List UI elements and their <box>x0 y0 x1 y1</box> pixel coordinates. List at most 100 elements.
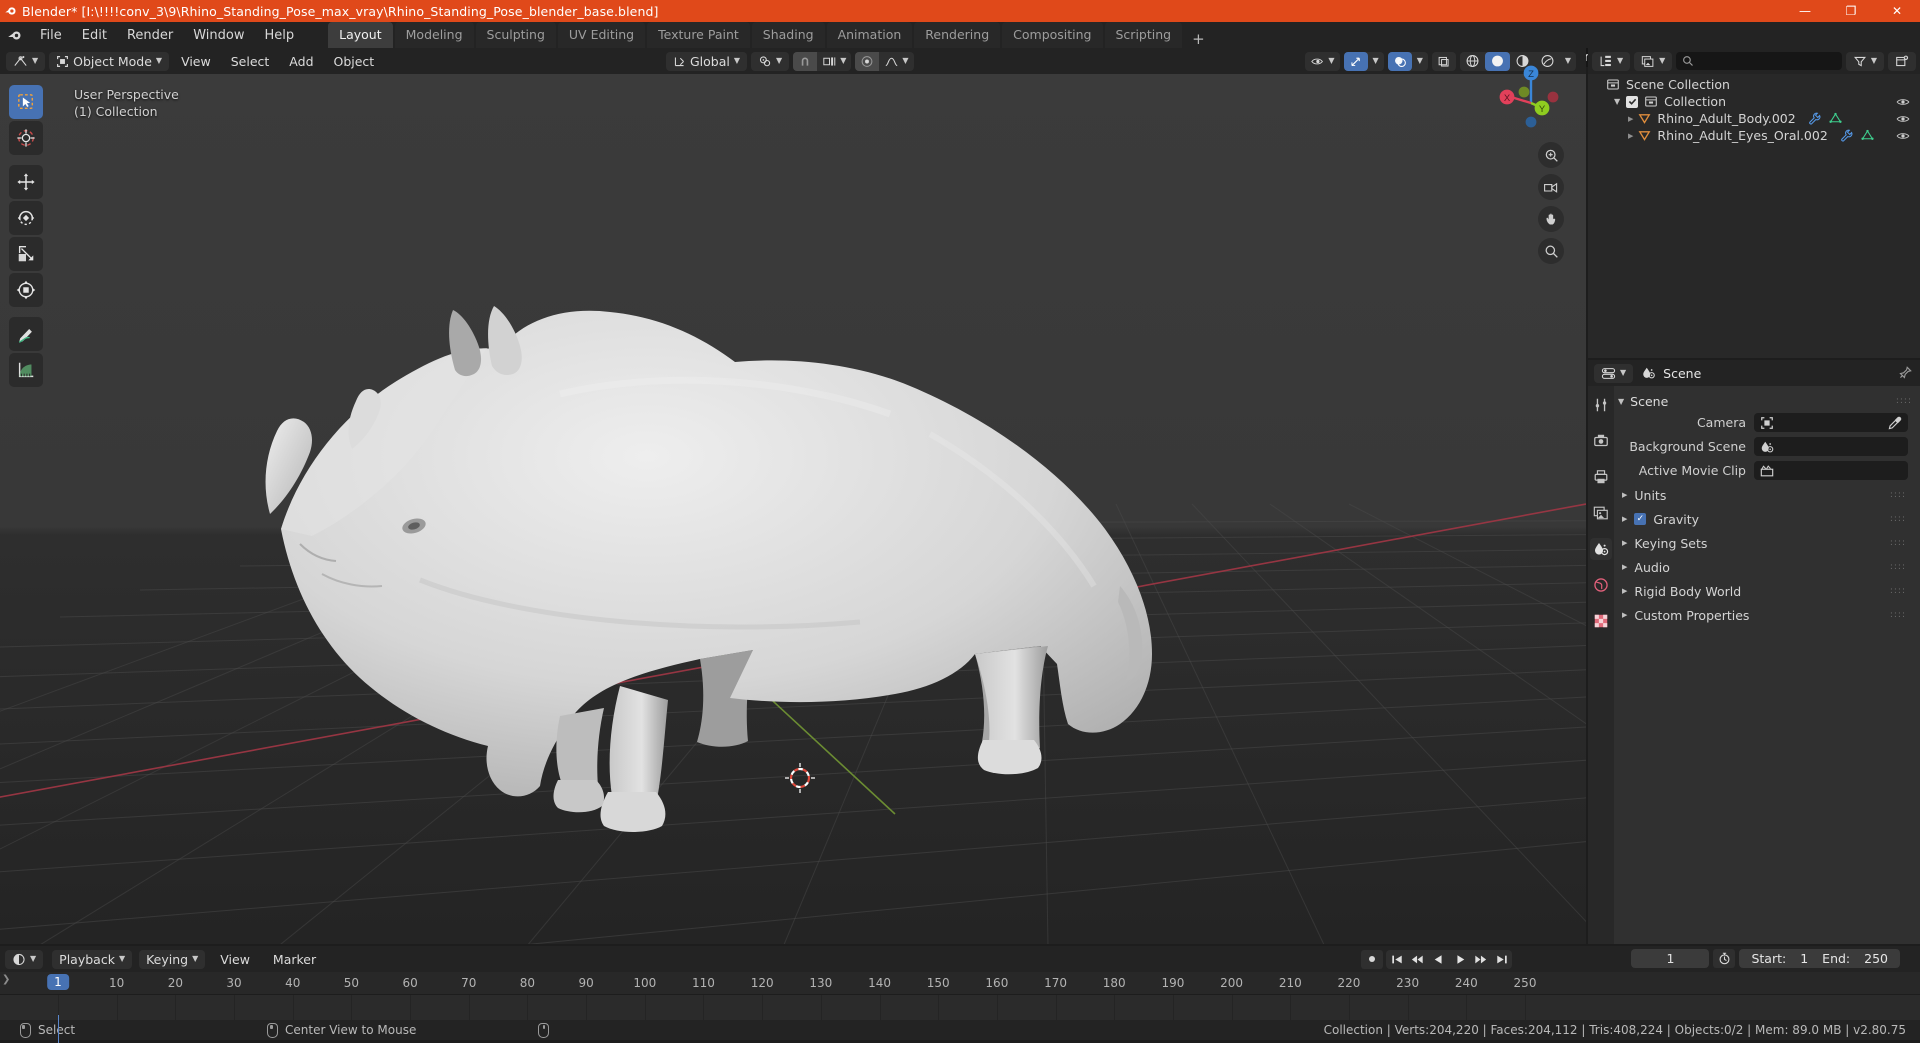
move-tool[interactable] <box>9 165 43 199</box>
interaction-mode-selector[interactable]: Object Mode ▼ <box>49 51 170 71</box>
pan-view-button[interactable] <box>1538 206 1564 232</box>
tab-texture[interactable] <box>1590 610 1612 632</box>
disclosure-triangle-icon[interactable]: ▼ <box>1618 397 1624 406</box>
timeline-menu-marker[interactable]: Marker <box>265 950 324 969</box>
disclosure-triangle-icon[interactable]: ▶ <box>1622 515 1627 523</box>
tab-world[interactable] <box>1590 574 1612 596</box>
menu-help[interactable]: Help <box>256 25 304 46</box>
annotate-tool[interactable] <box>9 317 43 351</box>
tab-layout[interactable]: Layout <box>328 22 393 48</box>
end-value[interactable]: 250 <box>1864 951 1888 966</box>
maximize-button[interactable]: ❐ <box>1828 0 1874 22</box>
gizmo-toggle-icon[interactable] <box>1343 51 1368 71</box>
visibility-eye-icon[interactable] <box>1896 96 1910 108</box>
jump-to-start-button[interactable] <box>1386 950 1407 969</box>
visibility-eye-icon[interactable]: ▼ <box>1305 52 1339 71</box>
timeline-menu-playback[interactable]: Playback ▼ <box>52 949 133 969</box>
viewport-scene[interactable] <box>0 74 1586 944</box>
tab-modeling[interactable]: Modeling <box>394 22 474 48</box>
eyedropper-icon[interactable] <box>1888 416 1902 430</box>
viewport-menu-select[interactable]: Select <box>223 52 278 71</box>
snapping-group[interactable]: ▼ <box>793 51 852 71</box>
jump-to-end-button[interactable] <box>1491 950 1512 969</box>
use-preview-range-button[interactable] <box>1713 949 1736 968</box>
outliner-filter-button[interactable]: ▼ <box>1845 51 1884 71</box>
section-keying-sets[interactable]: ▶ Keying Sets :::: <box>1618 533 1914 553</box>
scene-panel-header[interactable]: ▼ Scene :::: <box>1618 390 1914 412</box>
tab-animation[interactable]: Animation <box>826 22 913 48</box>
visibility-eye-icon[interactable] <box>1896 113 1910 125</box>
cursor-tool[interactable] <box>9 121 43 155</box>
add-workspace-button[interactable]: + <box>1184 30 1213 48</box>
overlay-chevron-icon[interactable]: ▼ <box>1412 52 1428 71</box>
background-scene-field[interactable] <box>1754 437 1908 456</box>
measure-tool[interactable] <box>9 353 43 387</box>
tab-tool[interactable] <box>1590 394 1612 416</box>
outliner-editor-type-button[interactable]: ▼ <box>1592 51 1631 71</box>
outliner-row-rhino-body[interactable]: ▶ Rhino_Adult_Body.002 <box>1588 110 1920 127</box>
playhead-label[interactable]: 1 <box>47 974 69 990</box>
close-button[interactable]: ✕ <box>1874 0 1920 22</box>
tab-render[interactable] <box>1590 430 1612 452</box>
tweak-select-tool[interactable] <box>9 85 43 119</box>
tab-texture-paint[interactable]: Texture Paint <box>647 22 750 48</box>
outliner-row-rhino-eyes-oral[interactable]: ▶ Rhino_Adult_Eyes_Oral.002 <box>1588 127 1920 144</box>
tab-scene[interactable] <box>1590 538 1612 560</box>
tab-sculpting[interactable]: Sculpting <box>475 22 556 48</box>
tab-view-layer[interactable] <box>1590 502 1612 524</box>
timeline-menu-keying[interactable]: Keying ▼ <box>139 949 206 969</box>
disclosure-triangle-icon[interactable]: ▶ <box>1628 132 1633 140</box>
timeline-editor[interactable]: ▼ Playback ▼ Keying ▼ View Marker 1 Star… <box>0 946 1920 1043</box>
section-rigid-body-world[interactable]: ▶ Rigid Body World :::: <box>1618 581 1914 601</box>
disclosure-triangle-icon[interactable]: ▶ <box>1622 563 1627 571</box>
gravity-checkbox[interactable]: ✓ <box>1634 513 1647 525</box>
current-frame-field[interactable]: 1 <box>1631 949 1710 968</box>
timeline-track-area[interactable] <box>0 995 1920 1043</box>
timeline-expand-arrow-icon[interactable]: ❯ <box>2 974 10 985</box>
tab-scripting[interactable]: Scripting <box>1104 22 1183 48</box>
viewport-menu-view[interactable]: View <box>173 52 219 71</box>
snap-toggle-icon[interactable] <box>793 51 818 71</box>
tab-uv-editing[interactable]: UV Editing <box>557 22 646 48</box>
frame-range-field[interactable]: Start: 1 End: 250 <box>1739 949 1900 968</box>
rotate-tool[interactable] <box>9 201 43 235</box>
play-button[interactable] <box>1449 950 1470 969</box>
camera-field[interactable] <box>1754 413 1908 432</box>
tab-output[interactable] <box>1590 466 1612 488</box>
transform-orientation-selector[interactable]: Global ▼ <box>666 51 748 71</box>
viewport-menu-object[interactable]: Object <box>326 52 383 71</box>
falloff-curve-icon[interactable]: ▼ <box>879 52 913 71</box>
viewport-menu-add[interactable]: Add <box>281 52 321 71</box>
outliner-row-scene-collection[interactable]: Scene Collection <box>1588 76 1920 93</box>
collection-checkbox[interactable] <box>1626 95 1639 108</box>
navigation-gizmo[interactable]: Z X Y <box>1494 60 1568 134</box>
proportional-edit-icon[interactable] <box>855 51 880 71</box>
disclosure-triangle-icon[interactable]: ▼ <box>1614 97 1620 106</box>
snap-target-icon[interactable]: ▼ <box>817 52 851 71</box>
play-reverse-button[interactable] <box>1428 950 1449 969</box>
wireframe-shading-icon[interactable] <box>1460 52 1485 71</box>
disclosure-triangle-icon[interactable]: ▶ <box>1622 491 1627 499</box>
section-audio[interactable]: ▶ Audio :::: <box>1618 557 1914 577</box>
auto-keying-button[interactable] <box>1361 949 1383 969</box>
disclosure-triangle-icon[interactable]: ▶ <box>1622 611 1627 619</box>
disclosure-triangle-icon[interactable]: ▶ <box>1622 587 1627 595</box>
menu-file[interactable]: File <box>31 25 71 46</box>
tab-compositing[interactable]: Compositing <box>1002 22 1103 48</box>
blender-logo-icon[interactable] <box>0 27 30 43</box>
overlays-toggle-icon[interactable] <box>1387 51 1412 71</box>
outliner-tree[interactable]: Scene Collection ▼ Collection ▶ Rhino_Ad… <box>1588 74 1920 144</box>
section-gravity[interactable]: ▶ ✓ Gravity :::: <box>1618 509 1914 529</box>
viewport-3d[interactable]: ▼ Object Mode ▼ View Select Add Object G… <box>0 48 1586 944</box>
pin-icon[interactable] <box>1898 366 1912 380</box>
outliner-row-collection[interactable]: ▼ Collection <box>1588 93 1920 110</box>
visibility-selector[interactable]: ▼ <box>1305 51 1340 71</box>
timeline-editor-type-button[interactable]: ▼ <box>5 949 44 969</box>
disclosure-triangle-icon[interactable]: ▶ <box>1628 115 1633 123</box>
tab-shading[interactable]: Shading <box>751 22 825 48</box>
transform-tool[interactable] <box>9 273 43 307</box>
disclosure-triangle-icon[interactable]: ▶ <box>1622 539 1627 547</box>
section-units[interactable]: ▶ Units :::: <box>1618 485 1914 505</box>
timeline-ruler[interactable]: 10 20 30 40 50 60 70 80 90 100 110 120 130 140 150 160 1… <box>0 972 1920 995</box>
menu-render[interactable]: Render <box>118 25 182 46</box>
